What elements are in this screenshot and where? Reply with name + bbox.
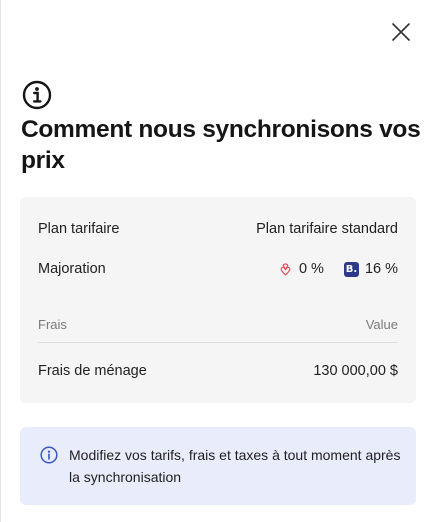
notice-text: Modifiez vos tarifs, frais et taxes à to… — [69, 447, 401, 485]
value-column-header: Value — [365, 317, 398, 332]
markup-booking-value: 16 % — [364, 261, 398, 277]
table-row: Frais de ménage 130 000,00 $ — [38, 363, 398, 379]
booking-icon: B. — [343, 261, 359, 277]
fees-table-header: Frais Value — [38, 317, 398, 332]
info-circle-icon — [22, 80, 52, 110]
info-notice: Modifiez vos tarifs, frais et taxes à to… — [20, 427, 416, 505]
markup-row: Majoration 0 % B. 16 % — [38, 261, 398, 277]
info-icon — [40, 446, 58, 464]
rate-plan-row: Plan tarifaire Plan tarifaire standard — [38, 221, 398, 237]
pricing-summary-card: Plan tarifaire Plan tarifaire standard M… — [20, 197, 416, 403]
close-icon — [392, 23, 410, 41]
markup-airbnb-value: 0 % — [298, 261, 324, 277]
fees-column-header: Frais — [38, 317, 67, 332]
fee-value: 130 000,00 $ — [313, 363, 398, 379]
fee-label: Frais de ménage — [38, 363, 147, 379]
rate-plan-label: Plan tarifaire — [38, 221, 120, 237]
airbnb-icon — [280, 262, 291, 276]
close-button[interactable] — [387, 18, 415, 46]
markup-values: 0 % B. 16 % — [278, 261, 398, 277]
dialog-title: Comment nous synchronisons vos prix — [21, 116, 421, 174]
sync-prices-panel: Comment nous synchronisons vos prix Plan… — [0, 0, 433, 522]
rate-plan-value: Plan tarifaire standard — [256, 221, 398, 237]
markup-label: Majoration — [38, 261, 106, 277]
fees-divider — [38, 342, 398, 343]
